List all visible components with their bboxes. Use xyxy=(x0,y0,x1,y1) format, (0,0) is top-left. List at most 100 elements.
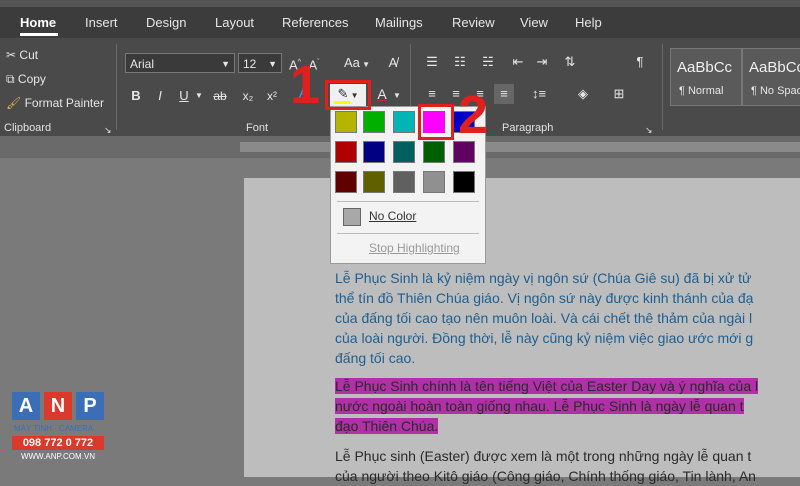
align-left-icon[interactable]: ≡ xyxy=(422,84,442,104)
format-painter-button[interactable]: 🖌 Format Painter xyxy=(6,96,104,110)
highlight-swatch[interactable] xyxy=(393,171,415,193)
show-marks-button[interactable]: ¶ xyxy=(630,52,650,72)
scissors-icon: ✂ xyxy=(6,48,17,62)
chevron-down-icon[interactable]: ▼ xyxy=(194,86,204,106)
stop-highlighting-label: Stop Highlighting xyxy=(369,241,460,255)
highlight-swatch[interactable] xyxy=(393,111,415,133)
menu-divider xyxy=(337,201,479,202)
no-color-swatch-icon xyxy=(343,208,361,226)
font-group-label: Font xyxy=(246,122,269,134)
logo-website: WWW.ANP.COM.VN xyxy=(20,452,96,461)
style-sample: AaBbCc xyxy=(749,59,800,76)
chevron-down-icon[interactable]: ▼ xyxy=(392,86,402,106)
bullets-icon[interactable]: ☰ xyxy=(422,52,442,72)
text-line: của loài người. Đồng thời, lễ này cũng k… xyxy=(335,330,754,346)
style-no-spacing[interactable]: AaBbCc ¶ No Spac xyxy=(742,48,800,106)
superscript-button[interactable]: x² xyxy=(262,86,282,106)
tab-design[interactable]: Design xyxy=(146,10,186,36)
menu-divider xyxy=(337,233,479,234)
clear-formatting-icon[interactable]: A̸ xyxy=(384,53,402,73)
change-case-button[interactable]: Aa ▼ xyxy=(342,53,372,75)
logo-letter-a: A xyxy=(12,392,40,420)
highlighted-text-line: Lễ Phục Sinh chính là tên tiếng Việt của… xyxy=(335,378,759,394)
no-color-menu-item[interactable]: No Color xyxy=(331,203,485,229)
text-line: thể tín đồ Thiên Chúa giáo. Vị ngôn sứ n… xyxy=(335,290,754,306)
highlight-swatch[interactable] xyxy=(335,141,357,163)
tab-mailings[interactable]: Mailings xyxy=(375,10,423,36)
tab-references[interactable]: References xyxy=(282,10,348,36)
tab-review[interactable]: Review xyxy=(452,10,495,36)
tab-help[interactable]: Help xyxy=(575,10,602,36)
highlight-swatch[interactable] xyxy=(393,141,415,163)
highlighted-text-line: nước ngoài hoàn toàn giống nhau. Lễ Phục… xyxy=(335,398,744,414)
divider xyxy=(116,44,117,130)
highlight-swatch[interactable] xyxy=(363,111,385,133)
numbering-icon[interactable]: ☷ xyxy=(450,52,470,72)
copy-label: Copy xyxy=(17,72,46,86)
paragraph-group-label: Paragraph xyxy=(502,122,554,134)
increase-indent-icon[interactable]: ⇥ xyxy=(532,52,552,72)
shading-icon[interactable]: ◈ xyxy=(570,84,596,104)
highlight-swatch[interactable] xyxy=(335,111,357,133)
paragraph-1[interactable]: Lễ Phục Sinh là kỷ niệm ngày vị ngôn sứ … xyxy=(335,268,753,368)
sort-icon[interactable]: ⇅ xyxy=(560,52,580,72)
text-line: của đấng tối cao tạo nên muôn loài. Và c… xyxy=(335,310,753,326)
decrease-indent-icon[interactable]: ⇤ xyxy=(508,52,528,72)
logo-letter-p: P xyxy=(76,392,104,420)
brush-icon: 🖌 xyxy=(6,96,22,110)
copy-button[interactable]: ⧉ Copy xyxy=(6,72,46,87)
highlight-swatch[interactable] xyxy=(363,171,385,193)
multilevel-list-icon[interactable]: ☵ xyxy=(478,52,498,72)
tab-layout[interactable]: Layout xyxy=(215,10,254,36)
line-spacing-icon[interactable]: ↕≡ xyxy=(526,84,552,104)
text-line: Lễ Phục sinh (Easter) được xem là một tr… xyxy=(335,448,752,464)
underline-button[interactable]: U xyxy=(176,86,192,106)
cut-label: Cut xyxy=(19,48,39,62)
font-size-combo[interactable]: 12 ▼ xyxy=(238,53,282,73)
logo-tagline: MÁY TÍNH · CAMERA xyxy=(14,424,94,433)
paragraph-2-highlighted[interactable]: Lễ Phục Sinh chính là tên tiếng Việt của… xyxy=(335,376,759,436)
font-color-button[interactable]: A xyxy=(372,84,392,104)
paragraph-3[interactable]: Lễ Phục sinh (Easter) được xem là một tr… xyxy=(335,446,756,486)
borders-icon[interactable]: ⊞ xyxy=(606,84,632,104)
style-sample: AaBbCc xyxy=(677,59,733,76)
justify-icon[interactable]: ≡ xyxy=(494,84,514,104)
chevron-down-icon: ▼ xyxy=(221,59,230,69)
cut-button[interactable]: ✂ Cut xyxy=(6,48,38,62)
style-normal[interactable]: AaBbCc ¶ Normal xyxy=(670,48,742,106)
step-2-label: 2 xyxy=(458,85,489,145)
subscript-button[interactable]: x₂ xyxy=(238,86,258,106)
format-painter-label: Format Painter xyxy=(24,96,104,110)
font-size-value: 12 xyxy=(243,57,257,71)
no-color-label: No Color xyxy=(369,209,417,223)
clipboard-group-label: Clipboard xyxy=(4,122,52,134)
active-tab-indicator xyxy=(20,33,58,36)
text-line: của người theo Kitô giáo (Công giáo, Chí… xyxy=(335,468,756,484)
style-name: ¶ Normal xyxy=(679,85,724,97)
font-name-combo[interactable]: Arial ▼ xyxy=(125,53,235,73)
ruler-scale[interactable] xyxy=(240,142,800,152)
text-line: Lễ Phục Sinh là kỷ niệm ngày vị ngôn sứ … xyxy=(335,270,752,286)
italic-button[interactable]: I xyxy=(152,86,168,106)
bold-button[interactable]: B xyxy=(128,86,144,106)
highlight-swatch[interactable] xyxy=(335,171,357,193)
change-case-label: Aa xyxy=(343,55,360,70)
step-1-highlight-box xyxy=(325,80,371,110)
highlight-swatch[interactable] xyxy=(423,171,445,193)
highlight-swatch[interactable] xyxy=(363,141,385,163)
highlighted-text-line: đạo Thiên Chúa. xyxy=(335,418,439,434)
highlight-swatch[interactable] xyxy=(423,141,445,163)
tab-insert[interactable]: Insert xyxy=(85,10,118,36)
copy-icon: ⧉ xyxy=(6,72,15,86)
text-line: đấng tối cao. xyxy=(335,350,416,366)
tab-view[interactable]: View xyxy=(520,10,548,36)
logo-phone: 098 772 0 772 xyxy=(12,436,104,450)
strikethrough-button[interactable]: ab xyxy=(210,86,230,106)
step-2-highlight-box xyxy=(418,104,454,140)
highlight-swatch[interactable] xyxy=(453,171,475,193)
stop-highlighting-menu-item[interactable]: Stop Highlighting xyxy=(331,235,485,261)
style-name: ¶ No Spac xyxy=(751,85,800,97)
anp-logo: A N P MÁY TÍNH · CAMERA 098 772 0 772 WW… xyxy=(12,392,108,472)
chevron-down-icon: ▼ xyxy=(268,59,277,69)
chevron-down-icon: ▼ xyxy=(359,60,371,69)
